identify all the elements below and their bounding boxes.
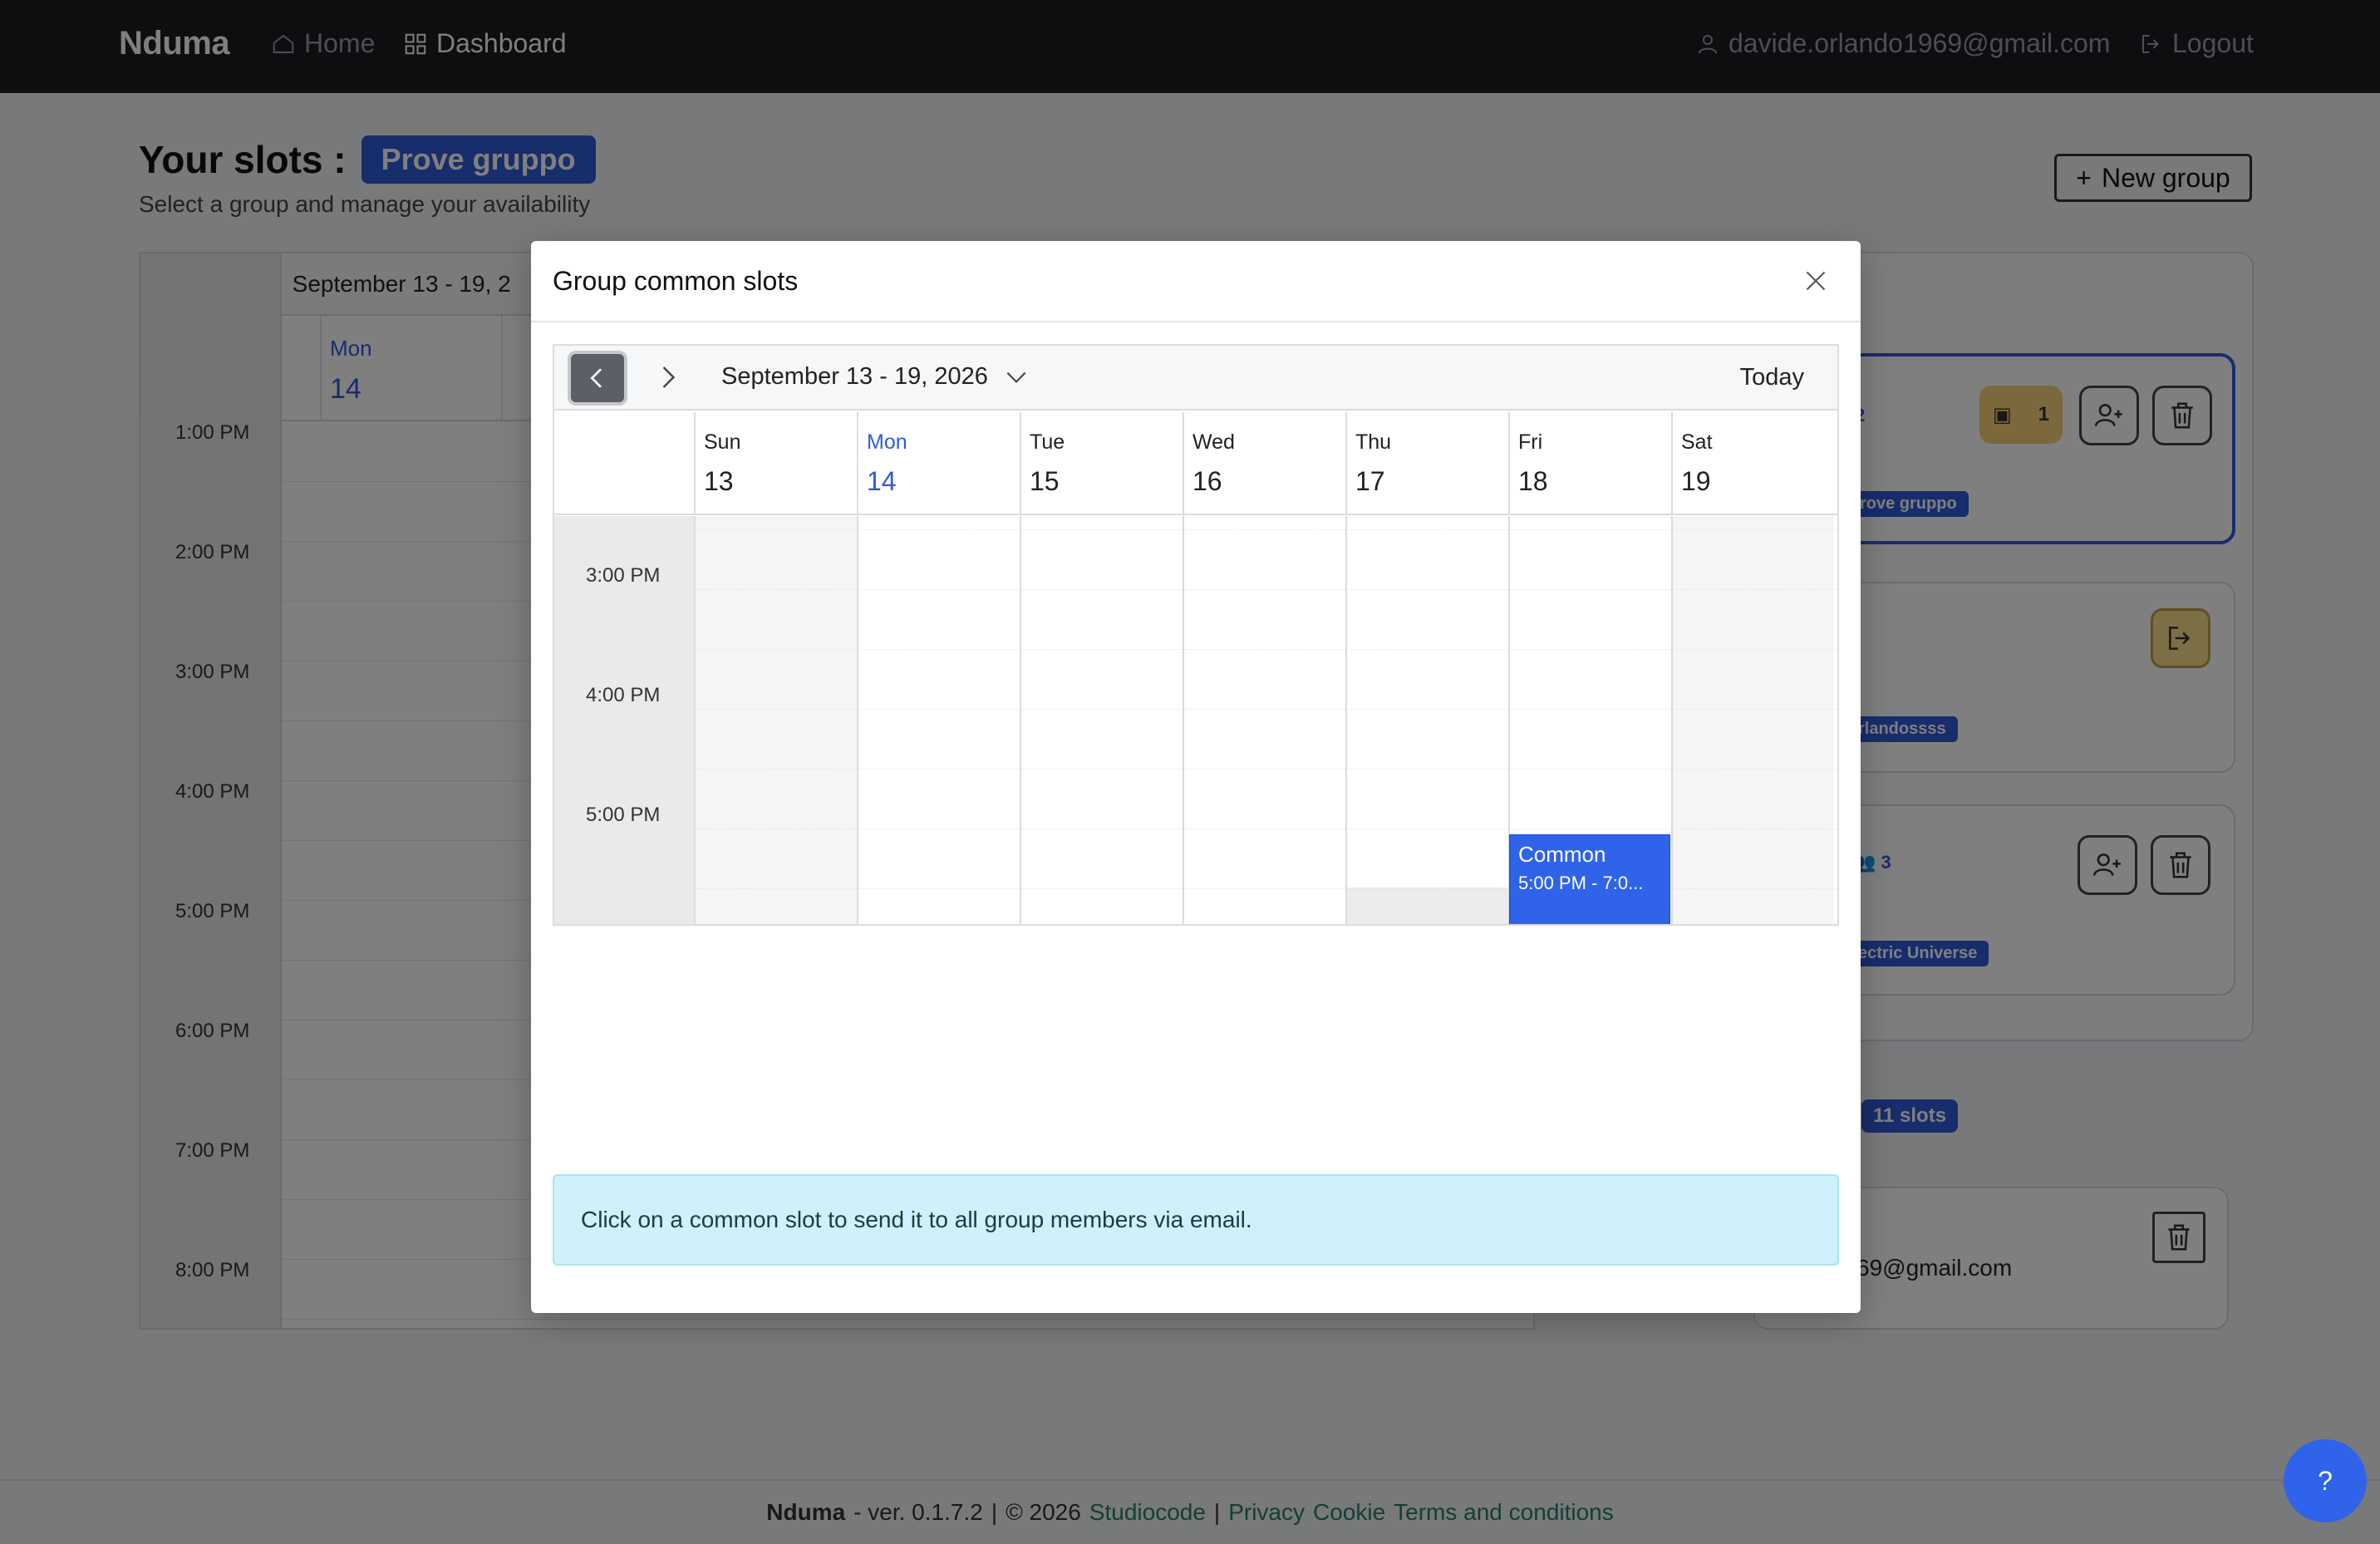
day-number: 17 <box>1355 466 1385 496</box>
day-header-sun: Sun 13 <box>694 412 857 515</box>
day-number: 13 <box>704 466 734 496</box>
day-name: Fri <box>1518 430 1543 454</box>
time-label: 5:00 PM <box>586 804 661 826</box>
calendar-toolbar: September 13 - 19, 2026 Today <box>554 346 1837 411</box>
common-slot-event[interactable]: Common 5:00 PM - 7:0... <box>1509 834 1670 924</box>
day-number: 16 <box>1192 466 1222 496</box>
unavailable-cell <box>1345 888 1508 924</box>
time-label: 3:00 PM <box>586 564 661 587</box>
day-header-mon: Mon 14 <box>857 412 1020 515</box>
day-name: Thu <box>1355 430 1392 454</box>
help-button[interactable]: ? <box>2284 1439 2367 1522</box>
day-number: 15 <box>1030 466 1060 496</box>
day-name: Wed <box>1192 430 1235 454</box>
day-headers: Sun 13 Mon 14 Tue 15 Wed 16 Thu 17 Fri 18 Sat 19 <box>554 412 1837 515</box>
day-header-sat: Sat 19 <box>1671 412 1834 515</box>
chevron-down-icon <box>1006 371 1026 383</box>
today-button[interactable]: Today <box>1740 364 1804 391</box>
modal-title: Group common slots <box>553 265 799 296</box>
day-name: Tue <box>1030 430 1065 454</box>
next-week-button[interactable] <box>652 362 682 392</box>
event-time: 5:00 PM - 7:0... <box>1518 873 1644 893</box>
time-label: 4:00 PM <box>586 684 661 706</box>
column-line <box>1671 516 1673 924</box>
week-range-selector[interactable]: September 13 - 19, 2026 <box>721 363 1030 391</box>
time-label: 6:00 PM <box>586 923 660 924</box>
chevron-right-icon <box>662 366 676 388</box>
day-name: Sat <box>1681 430 1713 454</box>
info-alert: Click on a common slot to send it to all… <box>553 1174 1839 1266</box>
chevron-left-icon <box>590 368 602 388</box>
time-grid[interactable]: 3:00 PM4:00 PM5:00 PM6:00 PM7:00 PMCommo… <box>554 516 1837 924</box>
day-name: Sun <box>704 430 741 454</box>
grid-line <box>694 529 1837 530</box>
day-header-thu: Thu 17 <box>1345 412 1508 515</box>
day-number: 18 <box>1518 466 1548 496</box>
weekend-shade <box>1671 516 1834 924</box>
weekend-shade <box>694 516 857 924</box>
day-number: 19 <box>1681 466 1711 496</box>
day-header-tue: Tue 15 <box>1020 412 1183 515</box>
column-line <box>1020 516 1021 924</box>
grid-line <box>694 649 1837 650</box>
close-button[interactable] <box>1801 266 1831 296</box>
day-number: 14 <box>867 466 897 496</box>
close-icon <box>1806 271 1826 291</box>
day-name: Mon <box>867 430 907 454</box>
group-common-slots-modal: Group common slots September 13 - 19, 20… <box>531 241 1861 1313</box>
grid-line <box>694 769 1837 770</box>
event-title: Common <box>1518 842 1606 867</box>
day-header-wed: Wed 16 <box>1183 412 1345 515</box>
grid-line <box>694 709 1837 710</box>
prev-week-button[interactable] <box>568 351 627 406</box>
column-line <box>694 516 696 924</box>
column-line <box>1183 516 1184 924</box>
week-range-label: September 13 - 19, 2026 <box>721 363 988 390</box>
common-slots-calendar: September 13 - 19, 2026 Today Sun 13 Mon 14… <box>553 344 1839 926</box>
column-line <box>857 516 858 924</box>
grid-line <box>694 589 1837 590</box>
day-header-fri: Fri 18 <box>1508 412 1671 515</box>
column-line <box>1345 516 1347 924</box>
